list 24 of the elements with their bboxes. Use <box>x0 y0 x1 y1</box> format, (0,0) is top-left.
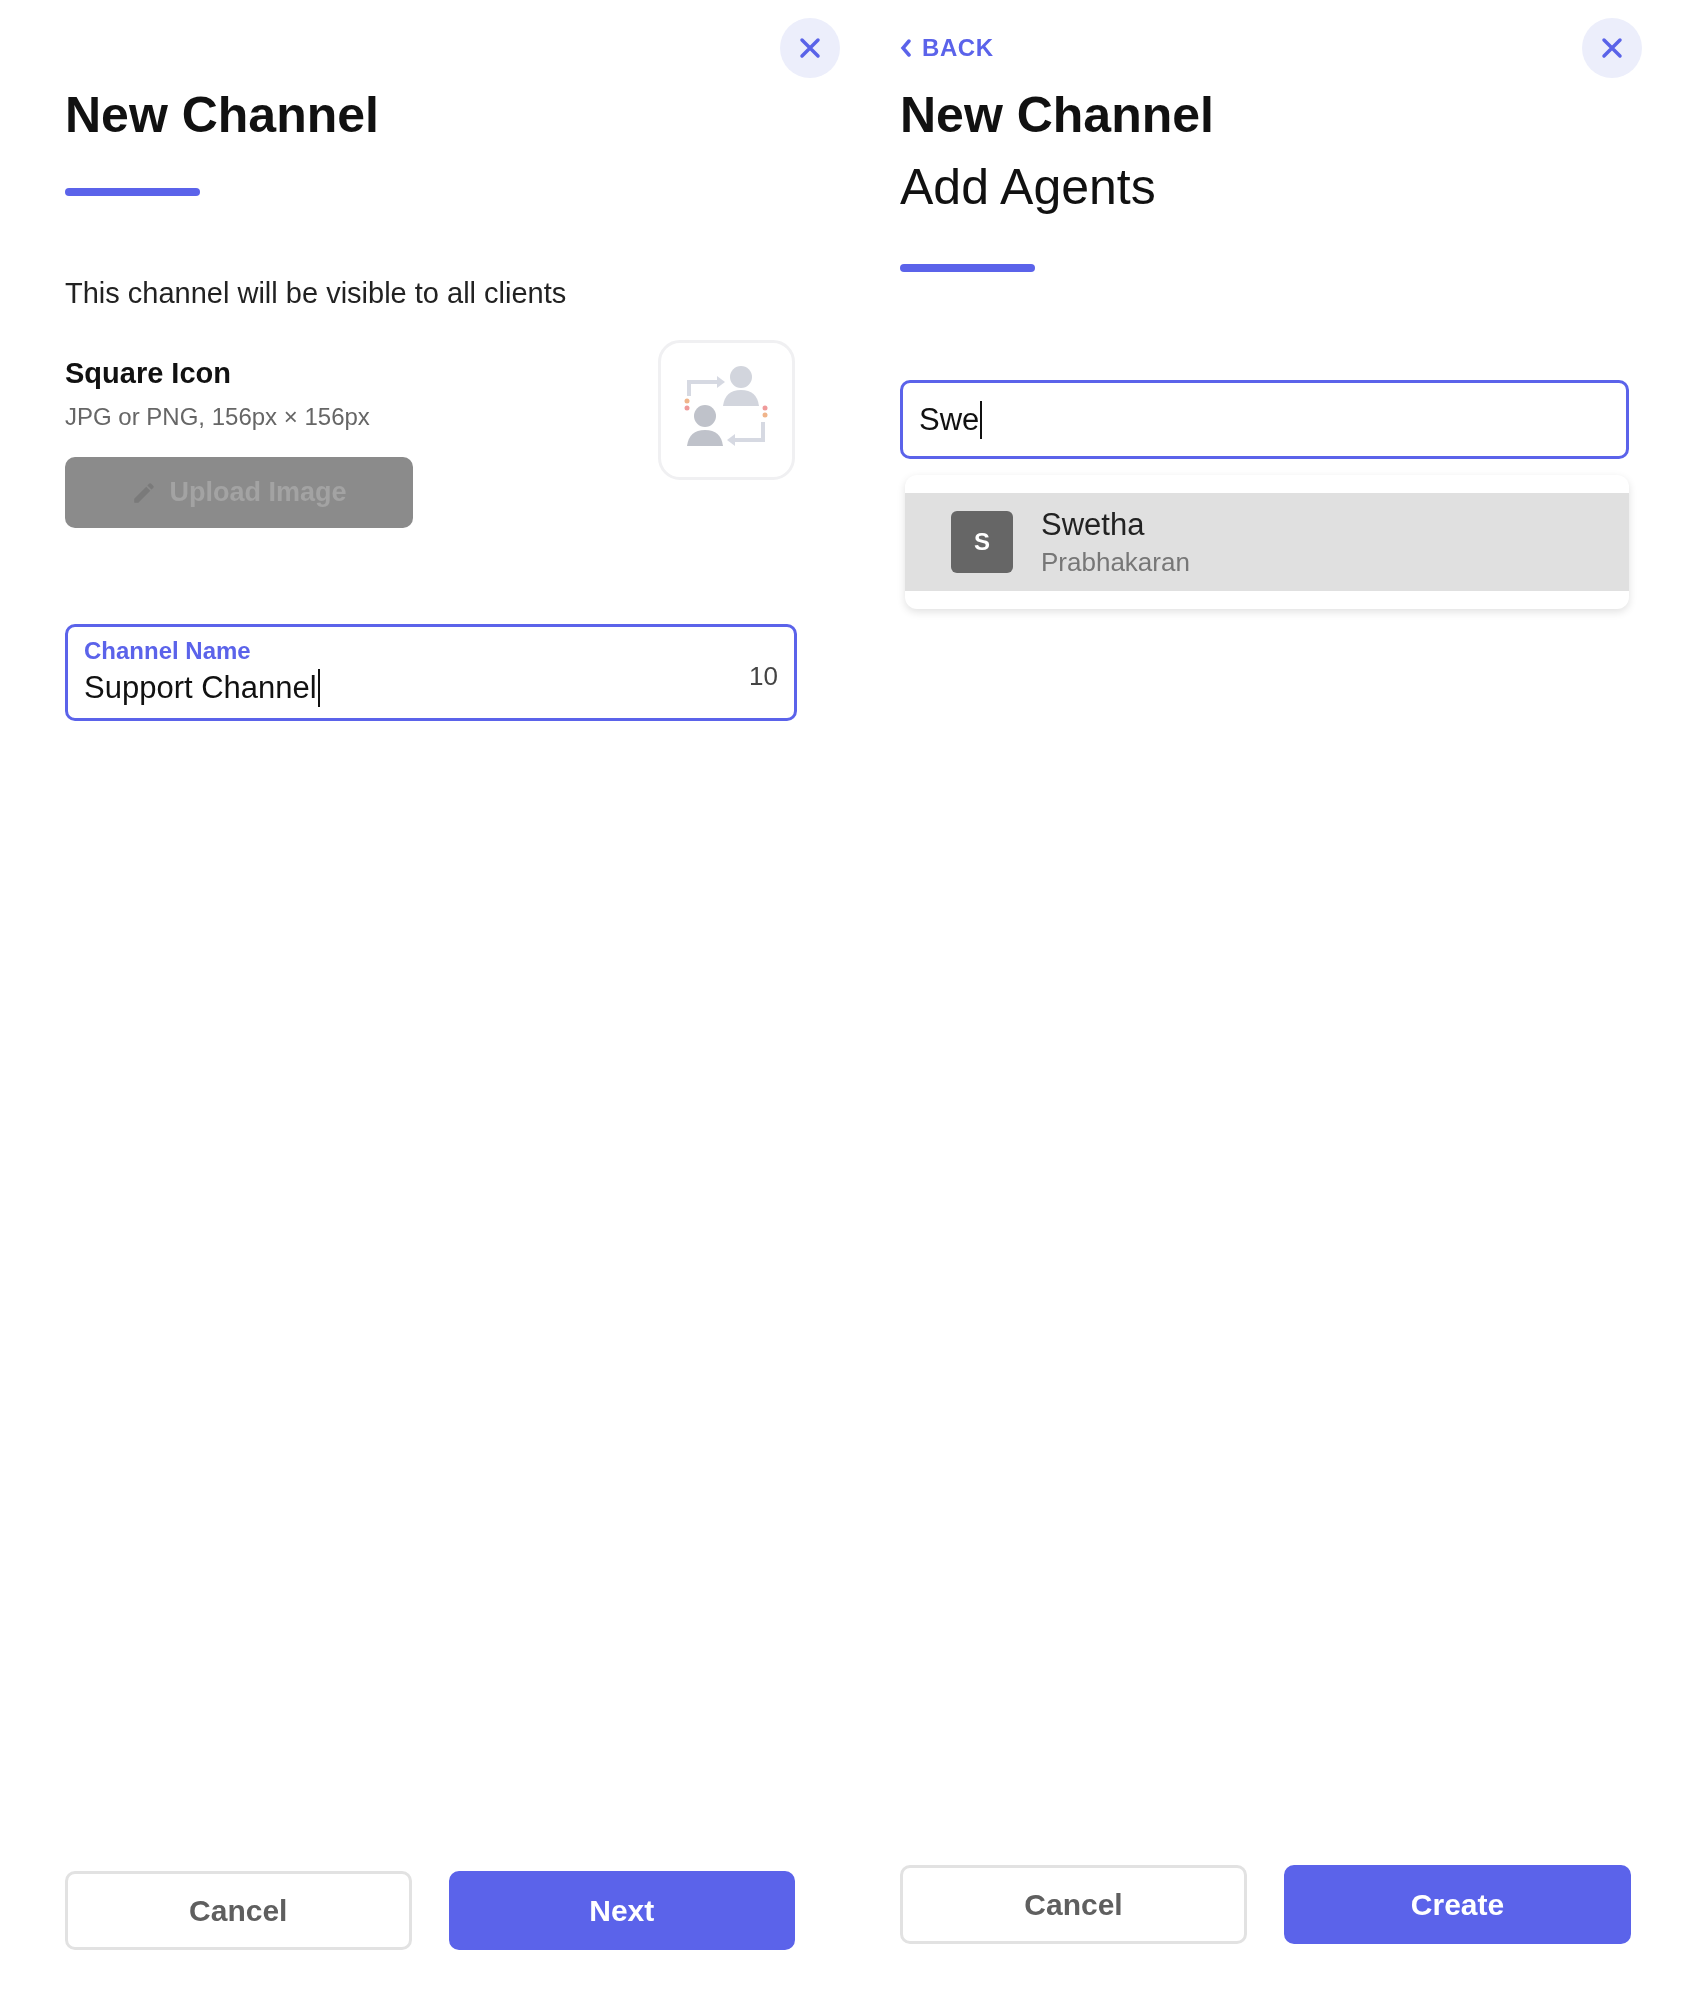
character-counter: 10 <box>749 660 778 693</box>
primary-button[interactable]: Create <box>1284 1865 1631 1944</box>
back-link[interactable]: BACK <box>900 30 994 66</box>
result-item[interactable]: S Swetha Prabhakaran <box>905 493 1629 591</box>
close-icon <box>1601 37 1623 59</box>
cancel-button[interactable]: Cancel <box>900 1865 1247 1944</box>
panel-subtitle: Add Agents <box>900 162 1157 212</box>
primary-button[interactable]: Next <box>448 1871 795 1950</box>
agent-last-name: Prabhakaran <box>1041 546 1190 579</box>
description-text: This channel will be visible to all clients <box>65 276 568 311</box>
panel-title: New Channel <box>900 90 1215 140</box>
panel-title: New Channel <box>65 90 380 140</box>
field-value: Support Channel <box>84 669 320 707</box>
cancel-button[interactable]: Cancel <box>65 1871 412 1950</box>
avatar: S <box>951 511 1013 573</box>
agent-first-name: Swetha <box>1041 506 1146 544</box>
chevron-left-icon <box>900 39 912 57</box>
search-value: Swe <box>919 400 983 439</box>
close-icon <box>799 37 821 59</box>
channel-name-field[interactable]: Channel Name Support Channel 10 <box>65 624 797 721</box>
hint-text: JPG or PNG, 156px × 156px <box>65 402 371 432</box>
search-field[interactable]: Swe <box>900 380 1629 459</box>
field-label: Channel Name <box>84 636 252 666</box>
section-label: Square Icon <box>65 355 232 391</box>
